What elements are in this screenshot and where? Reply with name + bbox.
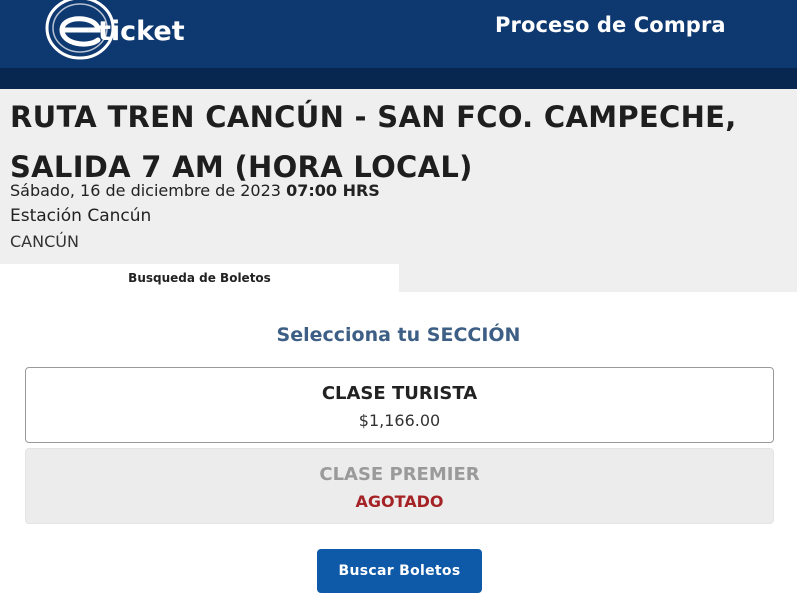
buscar-boletos-button[interactable]: Buscar Boletos xyxy=(317,549,482,593)
event-date: Sábado, 16 de diciembre de 2023 07:00 HR… xyxy=(10,181,380,200)
section-option-clase-turista[interactable]: CLASE TURISTA $1,166.00 xyxy=(25,367,774,443)
page-header-title: Proceso de Compra xyxy=(495,13,726,37)
section-option-clase-premier: CLASE PREMIER AGOTADO xyxy=(25,448,774,524)
section-heading: Selecciona tu SECCIÓN xyxy=(276,324,521,346)
eticket-logo[interactable]: ticket xyxy=(40,0,200,68)
event-date-text: Sábado, 16 de diciembre de 2023 xyxy=(10,181,281,200)
section-option-price: $1,166.00 xyxy=(358,411,441,430)
header-strip xyxy=(0,68,797,89)
logo-wordmark: ticket xyxy=(98,16,185,47)
eticket-logo-icon: ticket xyxy=(45,0,185,60)
event-time: 07:00 HRS xyxy=(286,181,380,200)
event-title: RUTA TREN CANCÚN - SAN FCO. CAMPECHE, SA… xyxy=(10,100,737,184)
event-city: CANCÚN xyxy=(10,232,79,251)
event-venue: Estación Cancún xyxy=(10,206,152,226)
sold-out-badge: AGOTADO xyxy=(355,492,444,511)
tab-label[interactable]: Busqueda de Boletos xyxy=(0,264,399,292)
section-option-name: CLASE TURISTA xyxy=(321,383,478,404)
section-option-name: CLASE PREMIER xyxy=(319,464,480,485)
